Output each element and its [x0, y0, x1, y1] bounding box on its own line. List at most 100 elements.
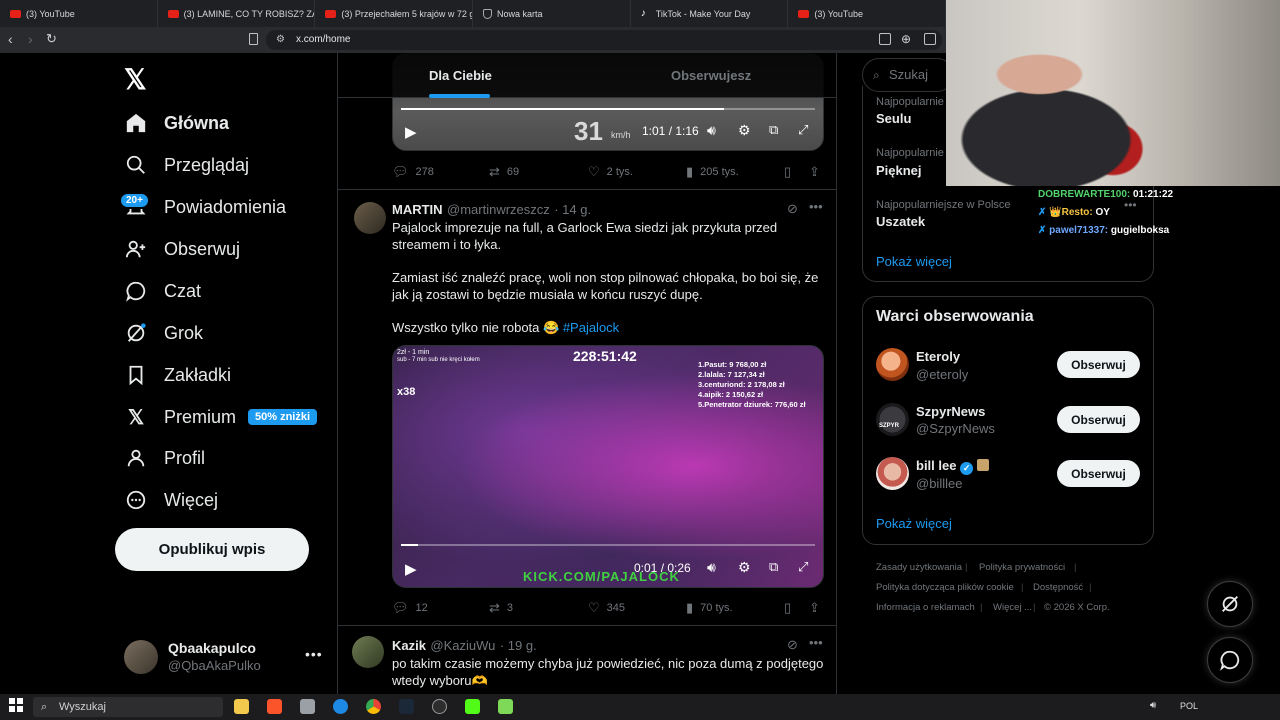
brave-browser-icon[interactable] — [267, 699, 282, 714]
nav-item-follow[interactable]: Obserwuj — [124, 233, 240, 265]
fullscreen-icon[interactable]: ⤢ — [798, 559, 808, 575]
app-icon[interactable] — [300, 699, 315, 714]
x-logo-icon[interactable]: 𝕏 — [124, 63, 147, 96]
post-more-icon[interactable]: ••• — [809, 635, 823, 650]
tab-following[interactable]: Obserwujesz — [671, 68, 751, 83]
browser-tab[interactable]: Nowa karta — [473, 0, 631, 27]
account-menu-icon[interactable]: ••• — [305, 646, 323, 662]
cast-icon[interactable] — [879, 33, 891, 45]
share-icon[interactable] — [924, 33, 936, 45]
bookmark-button[interactable]: ▯ — [784, 164, 798, 180]
messages-fab-button[interactable] — [1207, 637, 1253, 683]
browser-tab[interactable]: (3) YouTube — [788, 0, 947, 27]
settings-icon[interactable]: ⚙ — [738, 559, 751, 576]
share-button[interactable]: ⇪ — [809, 600, 827, 616]
reload-icon[interactable]: ↻ — [46, 31, 57, 47]
grok-icon[interactable]: ⊘ — [787, 201, 798, 217]
volume-icon[interactable]: 🔊︎ — [1150, 700, 1156, 711]
trend-more-icon[interactable]: ••• — [1124, 198, 1137, 212]
nav-item-explore[interactable]: Przeglądaj — [124, 149, 249, 181]
miniplayer-icon[interactable]: ⧉ — [769, 122, 778, 138]
play-icon[interactable]: ▶ — [405, 560, 417, 578]
footer-link[interactable]: Informacja o reklamach — [876, 602, 975, 613]
zoom-icon[interactable]: ⊕ — [901, 32, 911, 46]
trend-item[interactable]: Uszatek — [876, 214, 925, 229]
follow-button[interactable]: Obserwuj — [1057, 406, 1140, 433]
post-more-icon[interactable]: ••• — [809, 199, 823, 214]
browser-tab[interactable]: (3) Przejechałem 5 krajów w 72 god — [315, 0, 474, 27]
author-name[interactable]: MARTIN — [392, 202, 443, 217]
suggested-user-name[interactable]: SzpyrNews — [916, 404, 985, 419]
fullscreen-icon[interactable]: ⤢ — [798, 122, 808, 138]
file-explorer-icon[interactable] — [234, 699, 249, 714]
footer-link[interactable]: Polityka prywatności — [979, 562, 1065, 573]
share-button[interactable]: ⇪ — [809, 164, 827, 180]
follow-button[interactable]: Obserwuj — [1057, 351, 1140, 378]
suggested-user-name[interactable]: Eteroly — [916, 349, 960, 364]
profile-name[interactable]: Qbaakapulco — [168, 640, 256, 656]
like-button[interactable]: ♡ 345 — [588, 600, 625, 616]
repost-button[interactable]: ⇄ 3 — [489, 600, 513, 616]
language-indicator[interactable]: POL — [1180, 701, 1198, 711]
footer-link[interactable]: Więcej ... — [993, 602, 1032, 613]
author-handle[interactable]: @KaziuWu — [430, 638, 495, 653]
chrome-icon[interactable] — [366, 699, 381, 714]
follow-button[interactable]: Obserwuj — [1057, 460, 1140, 487]
nav-item-grok[interactable]: Grok — [124, 317, 203, 349]
suggested-user-name[interactable]: bill lee ✓ — [916, 458, 989, 475]
avatar[interactable] — [354, 202, 386, 234]
grok-icon[interactable]: ⊘ — [787, 637, 798, 653]
back-icon[interactable]: ‹ — [8, 31, 13, 47]
app-icon[interactable] — [498, 699, 513, 714]
video-player[interactable]: 2zł - 1 min sub - 7 min sub nie kręci ko… — [392, 345, 824, 588]
edge-browser-icon[interactable] — [333, 699, 348, 714]
bookmark-button[interactable]: ▯ — [784, 600, 798, 616]
like-button[interactable]: ♡ 2 tys. — [588, 164, 633, 180]
miniplayer-icon[interactable]: ⧉ — [769, 559, 778, 575]
tab-for-you[interactable]: Dla Ciebie — [429, 68, 492, 83]
show-more-link[interactable]: Pokaż więcej — [876, 254, 952, 269]
video-progress[interactable] — [401, 544, 815, 546]
kick-icon[interactable] — [465, 699, 480, 714]
author-handle[interactable]: @martinwrzeszcz — [447, 202, 550, 217]
windows-start-icon[interactable] — [9, 698, 23, 712]
forward-icon[interactable]: › — [28, 31, 33, 47]
trend-item[interactable]: Seulu — [876, 111, 911, 126]
show-more-link[interactable]: Pokaż więcej — [876, 516, 952, 531]
post-time[interactable]: · 14 g. — [554, 202, 591, 217]
author-name[interactable]: Kazik — [392, 638, 426, 653]
volume-icon[interactable]: 🔊︎ — [707, 559, 716, 576]
post-time[interactable]: · 19 g. — [500, 638, 537, 653]
avatar[interactable] — [876, 457, 909, 490]
grok-fab-button[interactable] — [1207, 581, 1253, 627]
url-field[interactable]: ⚙ x.com/home — [266, 30, 942, 50]
avatar[interactable]: SZPYR — [876, 403, 909, 436]
settings-icon[interactable]: ⚙ — [738, 122, 751, 139]
hashtag-link[interactable]: #Pajalock — [563, 320, 619, 335]
nav-item-chat[interactable]: Czat — [124, 275, 201, 307]
post-button[interactable]: Opublikuj wpis — [115, 528, 309, 571]
avatar[interactable] — [352, 636, 384, 668]
browser-tab[interactable]: ♪ TikTok - Make Your Day — [631, 0, 789, 27]
nav-item-home[interactable]: Główna — [124, 107, 229, 139]
nav-item-profile[interactable]: Profil — [124, 442, 205, 474]
views-button[interactable]: ▮ 70 tys. — [686, 600, 733, 616]
repost-button[interactable]: ⇄ 69 — [489, 164, 519, 180]
avatar[interactable] — [124, 640, 158, 674]
footer-link[interactable]: Zasady użytkowania — [876, 562, 962, 573]
reply-button[interactable]: 💬︎ 12 — [392, 600, 428, 616]
nav-item-premium[interactable]: 𝕏 Premium 50% zniżki — [124, 401, 318, 433]
browser-tab[interactable]: (3) YouTube — [0, 0, 158, 27]
taskbar-search[interactable]: ⌕ Wyszukaj — [33, 697, 223, 717]
footer-link[interactable]: Dostępność — [1033, 582, 1083, 593]
trend-item[interactable]: Pięknej — [876, 163, 922, 178]
reply-button[interactable]: 💬︎ 278 — [392, 164, 434, 180]
avatar[interactable] — [876, 348, 909, 381]
footer-link[interactable]: Polityka dotycząca plików cookie — [876, 582, 1014, 593]
volume-icon[interactable]: 🔊︎ — [707, 122, 716, 139]
steam-icon[interactable] — [399, 699, 414, 714]
nav-item-more[interactable]: Więcej — [124, 484, 218, 516]
site-info-icon[interactable]: ⚙ — [276, 30, 285, 50]
browser-tab[interactable]: (3) LAMINE, CO TY ROBISZ? ZABAW — [158, 0, 316, 27]
nav-item-bookmarks[interactable]: Zakładki — [124, 359, 231, 391]
